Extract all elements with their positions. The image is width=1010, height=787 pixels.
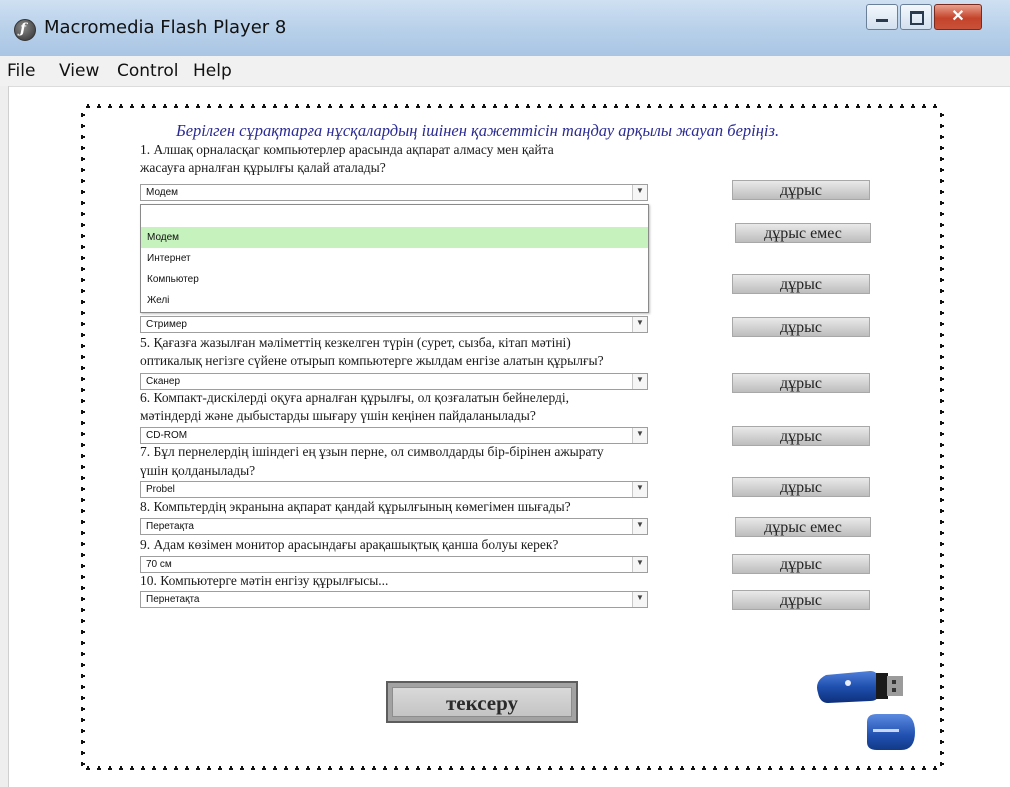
result-label-q6: дұрыс — [732, 426, 870, 446]
menu-bar: File View Control Help — [0, 56, 1010, 87]
question-5-text-line2: оптикалық негізге сүйене отырып компьюте… — [140, 353, 604, 368]
usb-drive-image — [817, 671, 903, 703]
question-1-text-line2: жасауға арналған құрылғы қалай аталады? — [140, 160, 386, 175]
window-left-edge — [0, 86, 9, 787]
answer-select-q9[interactable]: 70 см ▼ — [140, 556, 648, 573]
chevron-down-icon[interactable]: ▼ — [632, 374, 647, 389]
result-label-q9: дұрыс — [732, 554, 870, 574]
dropdown-option[interactable]: Желі — [141, 290, 648, 311]
answer-value: Стример — [146, 319, 187, 330]
flash-player-icon: ƒ — [14, 19, 36, 41]
question-7-text-line2: үшін қолданылады? — [140, 463, 256, 478]
answer-value: Модем — [146, 187, 179, 198]
answer-select-q7[interactable]: Probel ▼ — [140, 481, 648, 498]
answer-value: Пернетақта — [146, 594, 200, 605]
chevron-down-icon[interactable]: ▼ — [632, 592, 647, 607]
answer-value: Сканер — [146, 376, 181, 387]
chevron-down-icon[interactable]: ▼ — [632, 519, 647, 534]
result-label-q2: дұрыс емес — [735, 223, 871, 243]
question-10-text: 10. Компьютерге мәтін енгізу құрылғысы..… — [140, 573, 389, 588]
result-label-q10: дұрыс — [732, 590, 870, 610]
answer-value: 70 см — [146, 559, 172, 570]
answer-select-q1[interactable]: Модем ▼ — [140, 184, 648, 201]
maximize-icon — [910, 11, 924, 25]
answer-select-q4[interactable]: Стример ▼ — [140, 316, 648, 333]
close-button[interactable]: ✕ — [934, 4, 982, 30]
title-bar: ƒ Macromedia Flash Player 8 ✕ — [0, 0, 1010, 57]
chevron-down-icon[interactable]: ▼ — [632, 428, 647, 443]
close-icon: ✕ — [951, 8, 965, 25]
menu-control[interactable]: Control — [117, 61, 178, 81]
result-label-q4: дұрыс — [732, 317, 870, 337]
answer-value: CD-ROM — [146, 430, 188, 441]
result-label-q8: дұрыс емес — [735, 517, 871, 537]
result-label-q1: дұрыс — [732, 180, 870, 200]
answer-select-q8[interactable]: Перетақта ▼ — [140, 518, 648, 535]
question-7-text: 7. Бұл пернелердің ішіндегі ең ұзын перн… — [140, 444, 604, 459]
answer-select-q10[interactable]: Пернетақта ▼ — [140, 591, 648, 608]
question-9-text: 9. Адам көзімен монитор арасындағы арақа… — [140, 537, 559, 552]
dropdown-option[interactable]: Интернет — [141, 248, 648, 269]
window-title: Macromedia Flash Player 8 — [44, 17, 287, 38]
chevron-down-icon[interactable]: ▼ — [632, 185, 647, 200]
usb-drive-cap-image — [867, 714, 915, 750]
question-8-text: 8. Компьтердің экранына ақпарат қандай қ… — [140, 499, 571, 514]
instruction-heading: Берілген сұрақтарға нұсқалардың ішінен қ… — [176, 121, 780, 140]
menu-help[interactable]: Help — [193, 61, 232, 81]
result-label-q7: дұрыс — [732, 477, 870, 497]
menu-file[interactable]: File — [7, 61, 35, 81]
chevron-down-icon[interactable]: ▼ — [632, 557, 647, 572]
menu-view[interactable]: View — [59, 61, 99, 81]
chevron-down-icon[interactable]: ▼ — [632, 317, 647, 332]
answer-select-q6[interactable]: CD-ROM ▼ — [140, 427, 648, 444]
answer-value: Probel — [146, 484, 175, 495]
minimize-button[interactable] — [866, 4, 898, 30]
dropdown-option[interactable]: Модем — [141, 227, 648, 248]
chevron-down-icon[interactable]: ▼ — [632, 482, 647, 497]
question-5-text: 5. Қағазға жазылған мәліметтің кезкелген… — [140, 335, 571, 350]
question-1-text: 1. Алшақ орналасқаг компьютерлер арасынд… — [140, 142, 554, 157]
answer-value: Перетақта — [146, 521, 194, 532]
question-6-text-line2: мәтіндерді және дыбыстарды шығару үшін к… — [140, 408, 536, 423]
result-label-q3: дұрыс — [732, 274, 870, 294]
question-6-text: 6. Компакт-дискілерді оқуға арналған құр… — [140, 390, 570, 405]
answer-dropdown-list: Модем Интернет Компьютер Желі — [140, 204, 649, 313]
dropdown-option[interactable]: Компьютер — [141, 269, 648, 290]
check-button[interactable]: тексеру — [386, 681, 578, 723]
check-button-label: тексеру — [392, 687, 572, 717]
result-label-q5: дұрыс — [732, 373, 870, 393]
minimize-icon — [876, 19, 888, 22]
maximize-button[interactable] — [900, 4, 932, 30]
answer-select-q5[interactable]: Сканер ▼ — [140, 373, 648, 390]
